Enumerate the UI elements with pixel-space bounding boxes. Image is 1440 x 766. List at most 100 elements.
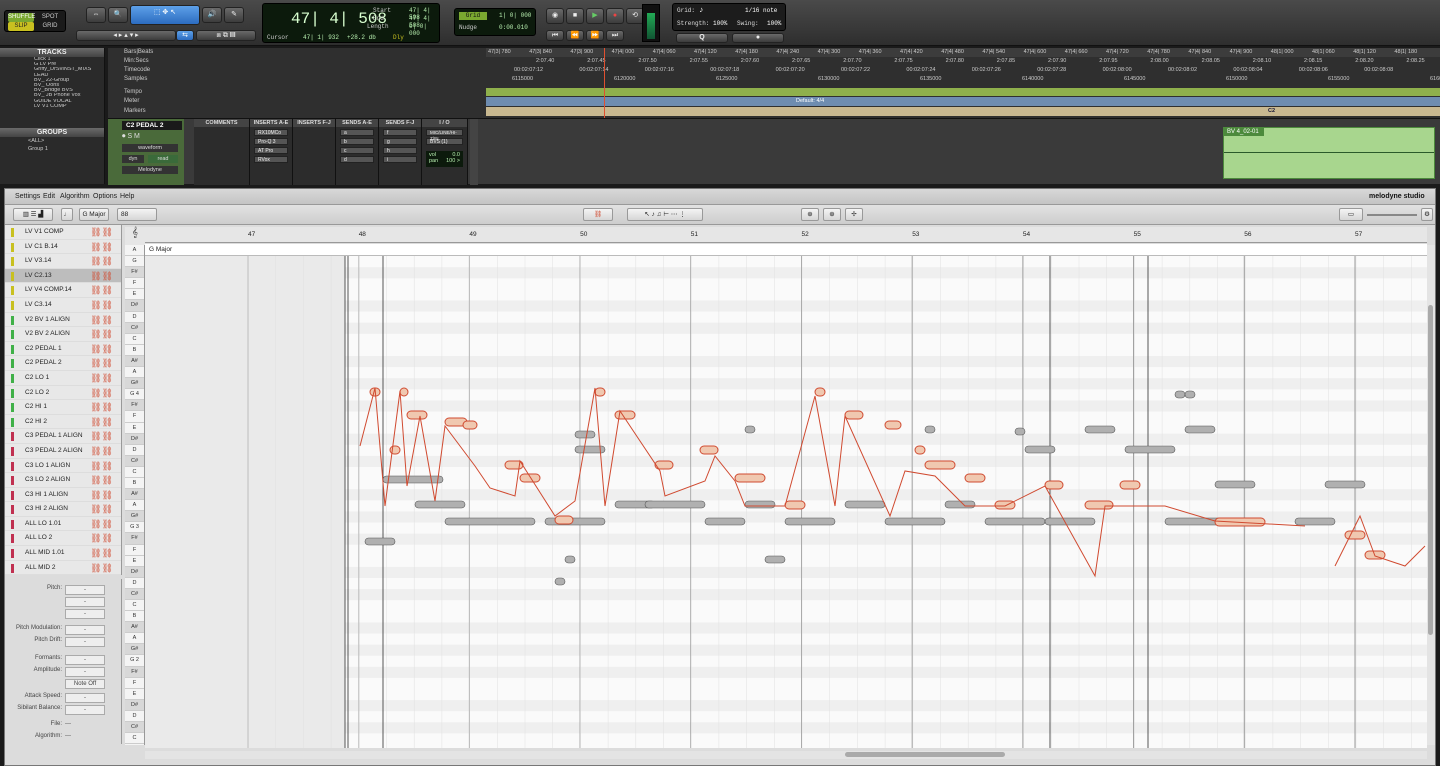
piano-key[interactable]: C bbox=[125, 467, 144, 478]
marker-c2[interactable]: C2 bbox=[1268, 108, 1275, 114]
piano-key[interactable]: D# bbox=[125, 433, 144, 445]
inactive-note[interactable] bbox=[944, 500, 976, 509]
piano-key[interactable]: B bbox=[125, 345, 144, 356]
note-off-button[interactable]: Note Off bbox=[65, 679, 105, 689]
macro-timing-icon[interactable]: ⊕ bbox=[823, 208, 841, 221]
send-a[interactable]: a bbox=[340, 129, 374, 136]
settings-gear-icon[interactable]: ⚙ bbox=[1421, 208, 1433, 221]
inactive-note[interactable] bbox=[644, 500, 706, 509]
melodyne-track-row[interactable]: LV C1 B.14 ⛓⛓ bbox=[5, 240, 121, 255]
pt-track-item[interactable]: LV V1 COMP bbox=[0, 104, 104, 109]
quantize-options-button[interactable]: ● bbox=[732, 33, 784, 43]
active-note[interactable] bbox=[406, 410, 428, 420]
pitch-mod-field[interactable]: - bbox=[65, 625, 105, 635]
piano-key[interactable]: D# bbox=[125, 566, 144, 578]
piano-key[interactable]: E bbox=[125, 556, 144, 567]
inactive-note[interactable] bbox=[1084, 425, 1116, 434]
track-buttons[interactable]: ⏺ S M bbox=[122, 133, 140, 141]
active-note[interactable] bbox=[884, 420, 902, 430]
active-note[interactable] bbox=[399, 387, 409, 397]
io-input[interactable]: MIC/LINE/HI-Z/IN bbox=[426, 129, 463, 141]
link-icon[interactable]: ⛓⛓ bbox=[90, 344, 113, 354]
inactive-note[interactable] bbox=[1214, 480, 1256, 489]
piano-key[interactable]: G# bbox=[125, 511, 144, 523]
active-note[interactable] bbox=[1344, 530, 1366, 540]
note-canvas[interactable] bbox=[145, 256, 1427, 748]
play-icon[interactable]: ▶ bbox=[586, 8, 604, 24]
piano-key[interactable]: G 2 bbox=[125, 655, 144, 667]
grid-mode[interactable]: GRID bbox=[37, 22, 63, 31]
piano-key[interactable]: F bbox=[125, 678, 144, 689]
inactive-note[interactable] bbox=[924, 425, 936, 434]
insert-rvox[interactable]: RVox bbox=[254, 156, 288, 163]
samples-ruler[interactable]: 6115000 6120000 6125000 6130000 6135000 61400… bbox=[486, 75, 1440, 84]
melodyne-track-row[interactable]: ALL MID 2 ⛓⛓ bbox=[5, 561, 121, 575]
ruler-label[interactable]: Timecode bbox=[124, 66, 150, 75]
vscroll-thumb[interactable] bbox=[1428, 305, 1433, 635]
slip-mode[interactable]: SLIP bbox=[8, 22, 34, 31]
tempo-field[interactable]: 88 bbox=[117, 208, 157, 221]
active-note[interactable] bbox=[964, 473, 986, 483]
piano-key[interactable]: D# bbox=[125, 699, 144, 711]
view-selector[interactable]: waveform bbox=[122, 144, 178, 152]
active-note[interactable] bbox=[784, 500, 806, 510]
min-secs-ruler[interactable]: 2:07.40 2:07.45 2:07.50 2:07.55 2:07.60 2:07.… bbox=[486, 57, 1440, 66]
link-icon[interactable]: ⛓⛓ bbox=[90, 388, 113, 398]
link-icon[interactable]: ⛓⛓ bbox=[90, 242, 113, 252]
formants-field[interactable]: - bbox=[65, 655, 105, 665]
piano-key[interactable]: A bbox=[125, 500, 144, 512]
melodyne-track-row[interactable]: C3 LO 2 ALIGN ⛓⛓ bbox=[5, 473, 121, 488]
link-icon[interactable]: ⛓⛓ bbox=[90, 402, 113, 412]
link-icon[interactable]: ⛓⛓ bbox=[90, 300, 113, 310]
inactive-note[interactable] bbox=[764, 555, 786, 564]
vertical-scrollbar[interactable] bbox=[1427, 245, 1435, 745]
link-icon[interactable]: ⛓⛓ bbox=[90, 358, 113, 368]
link-icon[interactable]: ⛓⛓ bbox=[90, 533, 113, 543]
pitch-field-3[interactable]: - bbox=[65, 609, 105, 619]
inactive-note[interactable] bbox=[1124, 445, 1176, 454]
inactive-note[interactable] bbox=[554, 577, 566, 586]
melodyne-track-row[interactable]: V2 BV 2 ALIGN ⛓⛓ bbox=[5, 327, 121, 342]
piano-key[interactable]: G# bbox=[125, 644, 144, 656]
forward-icon[interactable]: ⏩ bbox=[586, 30, 604, 41]
piano-key[interactable]: F# bbox=[125, 666, 144, 678]
menu-algorithm[interactable]: Algorithm bbox=[60, 193, 90, 200]
melodyne-track-row[interactable]: C2 HI 2 ⛓⛓ bbox=[5, 415, 121, 430]
link-icon[interactable]: ⛓⛓ bbox=[90, 271, 113, 281]
melodyne-track-row[interactable]: C2 PEDAL 1 ⛓⛓ bbox=[5, 342, 121, 357]
menu-help[interactable]: Help bbox=[120, 193, 134, 200]
inactive-note[interactable] bbox=[1014, 427, 1026, 436]
group-1[interactable]: Group 1 bbox=[0, 145, 104, 153]
piano-key[interactable]: A# bbox=[125, 489, 144, 501]
link-icon[interactable]: ⛓⛓ bbox=[90, 490, 113, 500]
zoom-slider[interactable] bbox=[1367, 214, 1417, 216]
melodyne-track-row[interactable]: C2 LO 1 ⛓⛓ bbox=[5, 371, 121, 386]
link-tool-icon[interactable]: ⛓ bbox=[583, 208, 613, 221]
quantize-button[interactable]: Q bbox=[676, 33, 728, 43]
ruler-label[interactable]: Samples bbox=[124, 75, 147, 84]
pitch-field-2[interactable]: - bbox=[65, 597, 105, 607]
piano-key[interactable]: C# bbox=[125, 722, 144, 734]
melodyne-track-row[interactable]: ALL MID 1.01 ⛓⛓ bbox=[5, 546, 121, 561]
active-note[interactable] bbox=[519, 473, 541, 483]
piano-key[interactable]: C bbox=[125, 600, 144, 612]
online-icon[interactable]: ◉ bbox=[546, 8, 564, 24]
send-d[interactable]: d bbox=[340, 156, 374, 163]
piano-key[interactable]: F# bbox=[125, 533, 144, 545]
menu-options[interactable]: Options bbox=[93, 193, 117, 200]
piano-key[interactable]: G 4 bbox=[125, 389, 144, 401]
inactive-note[interactable] bbox=[844, 500, 886, 509]
inactive-note[interactable] bbox=[744, 500, 776, 509]
record-icon[interactable]: ● bbox=[606, 8, 624, 24]
piano-key[interactable]: A bbox=[125, 245, 144, 257]
stop-icon[interactable]: ■ bbox=[566, 8, 584, 24]
active-note[interactable] bbox=[1119, 480, 1141, 490]
melodyne-track-row[interactable]: LV V1 COMP ⛓⛓ bbox=[5, 225, 121, 240]
tempo-ruler[interactable] bbox=[486, 88, 1440, 96]
active-note[interactable] bbox=[1044, 480, 1064, 490]
nudge-value[interactable]: 0:00.010 bbox=[499, 24, 528, 31]
melodyne-track-row[interactable]: C3 LO 1 ALIGN ⛓⛓ bbox=[5, 459, 121, 474]
link-icon[interactable]: ⛓⛓ bbox=[90, 227, 113, 237]
menu-settings[interactable]: Settings bbox=[15, 193, 40, 200]
meter-ruler[interactable]: Default: 4/4 bbox=[486, 97, 1440, 106]
